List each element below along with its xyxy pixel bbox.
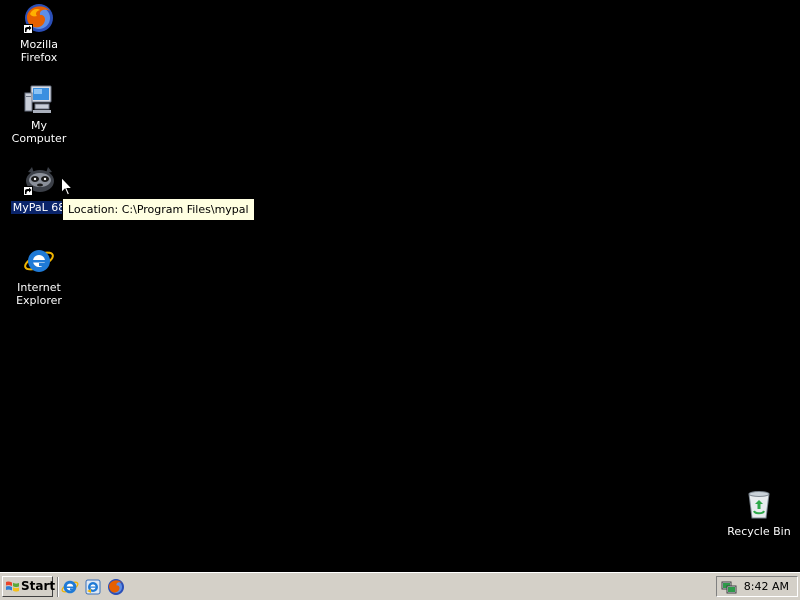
internet-explorer-icon (23, 245, 55, 277)
system-tray: 8:42 AM (716, 576, 798, 597)
taskbar: Start 8:42 AM (0, 572, 800, 600)
desktop-icon-mozilla-firefox[interactable]: Mozilla Firefox (0, 2, 78, 65)
windows-logo-icon (6, 581, 19, 592)
tooltip: Location: C:\Program Files\mypal (62, 198, 255, 221)
my-computer-icon (23, 83, 55, 115)
firefox-icon (23, 2, 55, 34)
recycle-bin-icon (743, 488, 775, 520)
desktop-icon-label: Mozilla Firefox (20, 38, 58, 64)
desktop-icon-label: Internet Explorer (16, 281, 62, 307)
outlook-express-icon[interactable] (84, 578, 102, 596)
clock[interactable]: 8:42 AM (744, 577, 789, 596)
shortcut-arrow-icon (23, 186, 33, 196)
mouse-cursor-icon (61, 176, 74, 200)
start-button-label: Start (21, 579, 56, 593)
desktop-icon-label: My Computer (11, 119, 67, 145)
network-status-icon[interactable] (721, 579, 737, 595)
desktop-icon-label: Recycle Bin (727, 525, 791, 538)
desktop-icon-recycle-bin[interactable]: Recycle Bin (720, 488, 798, 539)
desktop-icon-my-computer[interactable]: My Computer (0, 83, 78, 146)
desktop-icon-internet-explorer[interactable]: Internet Explorer (0, 245, 78, 308)
firefox-icon[interactable] (107, 578, 125, 596)
quick-launch-divider (57, 577, 59, 597)
desktop[interactable]: Mozilla Firefox My Computer MyPaL 68 Int… (0, 0, 800, 572)
internet-explorer-icon[interactable] (61, 578, 79, 596)
shortcut-arrow-icon (23, 24, 33, 34)
mypal-icon (23, 164, 55, 196)
start-button[interactable]: Start (2, 576, 56, 597)
desktop-icon-label: MyPaL 68 (10, 201, 68, 214)
